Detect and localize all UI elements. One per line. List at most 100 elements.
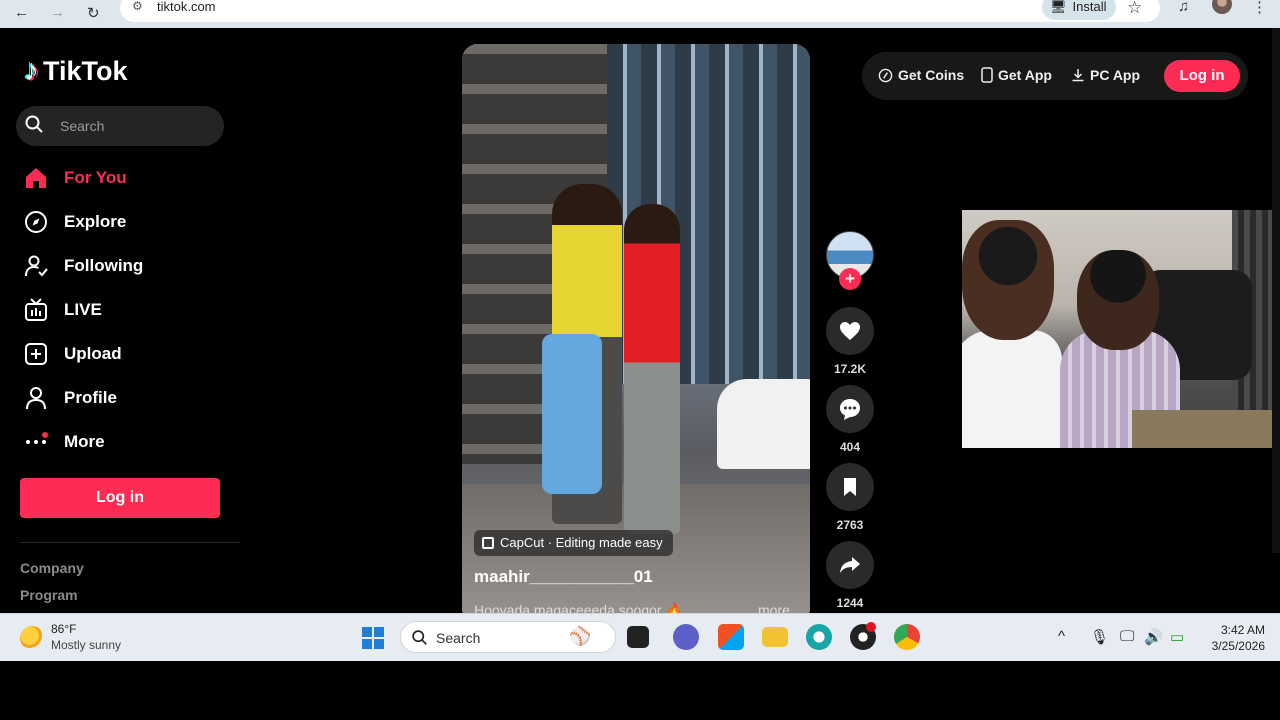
install-label: Install xyxy=(1072,0,1107,14)
sidebar-item-live[interactable]: LIVE xyxy=(24,295,102,325)
weather-temperature[interactable]: 86°F xyxy=(51,622,76,636)
sidebar-item-label: Following xyxy=(64,256,144,275)
webcam-person-left-head xyxy=(962,220,1054,340)
search-icon xyxy=(25,115,43,133)
search-placeholder: Search xyxy=(60,118,105,134)
search-input[interactable]: Search xyxy=(16,106,224,146)
capcut-effect-tag[interactable]: CapCut · Editing made easy xyxy=(474,530,673,556)
weather-condition[interactable]: Mostly sunny xyxy=(51,638,121,652)
like-button[interactable] xyxy=(826,307,874,355)
recording-badge-icon xyxy=(866,622,876,632)
sidebar-item-explore[interactable]: Explore xyxy=(24,207,126,237)
video-flag xyxy=(542,334,602,494)
battery-charging-icon[interactable]: ▭ xyxy=(1170,628,1184,646)
pc-app-button[interactable]: PC App xyxy=(1071,67,1140,83)
chrome-icon[interactable] xyxy=(894,624,920,650)
search-highlight-icon: ⚾ xyxy=(569,626,592,646)
top-login-button[interactable]: Log in xyxy=(1164,60,1240,92)
webcam-person-right-head xyxy=(1077,250,1159,350)
footer-link-company[interactable]: Company xyxy=(20,560,84,576)
video-person-red xyxy=(624,204,680,534)
pc-app-label: PC App xyxy=(1090,67,1141,83)
sidebar-item-upload[interactable]: Upload xyxy=(24,339,122,369)
bookmark-star-icon[interactable]: ☆ xyxy=(1127,0,1142,18)
taskbar-search[interactable]: Search ⚾ xyxy=(400,621,616,653)
media-controls-icon[interactable]: ♫ xyxy=(1178,0,1189,15)
capcut-label: CapCut · Editing made easy xyxy=(500,535,663,550)
sidebar-item-profile[interactable]: Profile xyxy=(24,383,117,413)
share-count: 1244 xyxy=(836,596,864,610)
sidebar-item-label: Explore xyxy=(64,212,127,231)
file-explorer-icon[interactable] xyxy=(762,627,788,647)
get-app-button[interactable]: Get App xyxy=(981,67,1052,83)
clock-date: 3/25/2026 xyxy=(1211,639,1265,653)
store-icon[interactable] xyxy=(718,624,744,650)
live-tv-icon xyxy=(24,298,48,322)
install-monitor-icon: 🖥 xyxy=(1050,0,1067,14)
forward-arrow-icon[interactable]: → xyxy=(50,4,65,21)
sidebar-item-for-you[interactable]: For You xyxy=(24,163,127,193)
share-button[interactable] xyxy=(826,541,874,589)
description-more-link[interactable]: more xyxy=(758,602,790,613)
clock-time: 3:42 AM xyxy=(1220,623,1265,637)
page-scrollbar[interactable] xyxy=(1272,28,1280,553)
comment-count: 404 xyxy=(839,440,861,454)
taskbar-search-label: Search xyxy=(436,630,481,646)
sidebar-item-following[interactable]: Following xyxy=(24,251,143,281)
heart-icon xyxy=(840,322,860,340)
person-icon xyxy=(24,386,48,410)
tray-chevron-up-icon[interactable]: ^ xyxy=(1058,628,1065,645)
address-bar[interactable]: ⚙ tiktok.com xyxy=(120,0,1160,22)
home-icon xyxy=(24,166,48,190)
bookmark-icon xyxy=(844,478,856,496)
top-action-bar: Get Coins Get App PC App Log in xyxy=(862,52,1248,100)
windows-start-icon[interactable] xyxy=(362,627,384,649)
sidebar-item-label: Upload xyxy=(64,344,122,363)
get-app-label: Get App xyxy=(998,67,1052,83)
back-arrow-icon[interactable]: ← xyxy=(14,4,29,21)
comment-button[interactable] xyxy=(826,385,874,433)
sidebar-item-label: More xyxy=(64,432,105,451)
upload-plus-icon xyxy=(24,342,48,366)
get-coins-label: Get Coins xyxy=(898,67,965,83)
tiktok-page: ♪ TikTok Search For You Explore Followin… xyxy=(0,28,1280,613)
more-dots-icon xyxy=(24,430,48,454)
task-view-icon[interactable] xyxy=(627,626,649,648)
save-button[interactable] xyxy=(826,463,874,511)
footer-link-program[interactable]: Program xyxy=(20,587,78,603)
site-settings-icon[interactable]: ⚙ xyxy=(132,0,143,13)
display-icon[interactable]: 🖵 xyxy=(1120,628,1134,645)
taskbar-clock[interactable]: 3:42 AM 3/25/2026 xyxy=(1203,622,1265,654)
follow-plus-icon[interactable]: + xyxy=(839,268,861,290)
weather-sun-icon[interactable] xyxy=(20,626,44,650)
sidebar-item-label: LIVE xyxy=(64,300,102,319)
sidebar-item-label: Profile xyxy=(64,388,117,407)
webcam-table xyxy=(1132,410,1280,448)
teams-icon[interactable] xyxy=(673,624,699,650)
reload-icon[interactable]: ↻ xyxy=(87,4,100,22)
webcam-overlay xyxy=(962,210,1280,448)
sidebar-login-button[interactable]: Log in xyxy=(20,478,220,518)
get-coins-button[interactable]: Get Coins xyxy=(878,67,964,83)
video-player[interactable]: CapCut · Editing made easy maahir_______… xyxy=(462,44,810,613)
video-car xyxy=(717,379,810,469)
install-app-button[interactable]: 🖥 Install xyxy=(1042,0,1117,20)
share-arrow-icon xyxy=(840,557,860,573)
tiktok-logo[interactable]: ♪ TikTok xyxy=(24,54,128,88)
windows-taskbar: 86°F Mostly sunny Search ⚾ ^ 🎙 🖵 🔊 ▭ 3:4… xyxy=(0,613,1280,661)
volume-icon[interactable]: 🔊 xyxy=(1144,628,1163,646)
video-author[interactable]: maahir___________01 xyxy=(474,567,653,587)
url-text: tiktok.com xyxy=(157,0,216,14)
phone-icon xyxy=(981,67,993,83)
webcam-person-left-shirt xyxy=(962,330,1062,448)
sidebar-item-label: For You xyxy=(64,168,127,187)
copilot-icon[interactable] xyxy=(806,624,832,650)
compass-icon xyxy=(24,210,48,234)
microphone-icon[interactable]: 🎙 xyxy=(1090,628,1109,646)
browser-profile-avatar[interactable] xyxy=(1212,0,1232,14)
sidebar-item-more[interactable]: More xyxy=(24,427,105,457)
coin-icon xyxy=(878,68,893,82)
browser-toolbar: ← → ↻ ⚙ tiktok.com 🖥 Install ☆ ♫ ⋮ xyxy=(0,0,1280,28)
save-count: 2763 xyxy=(836,518,864,532)
browser-menu-icon[interactable]: ⋮ xyxy=(1252,0,1267,16)
